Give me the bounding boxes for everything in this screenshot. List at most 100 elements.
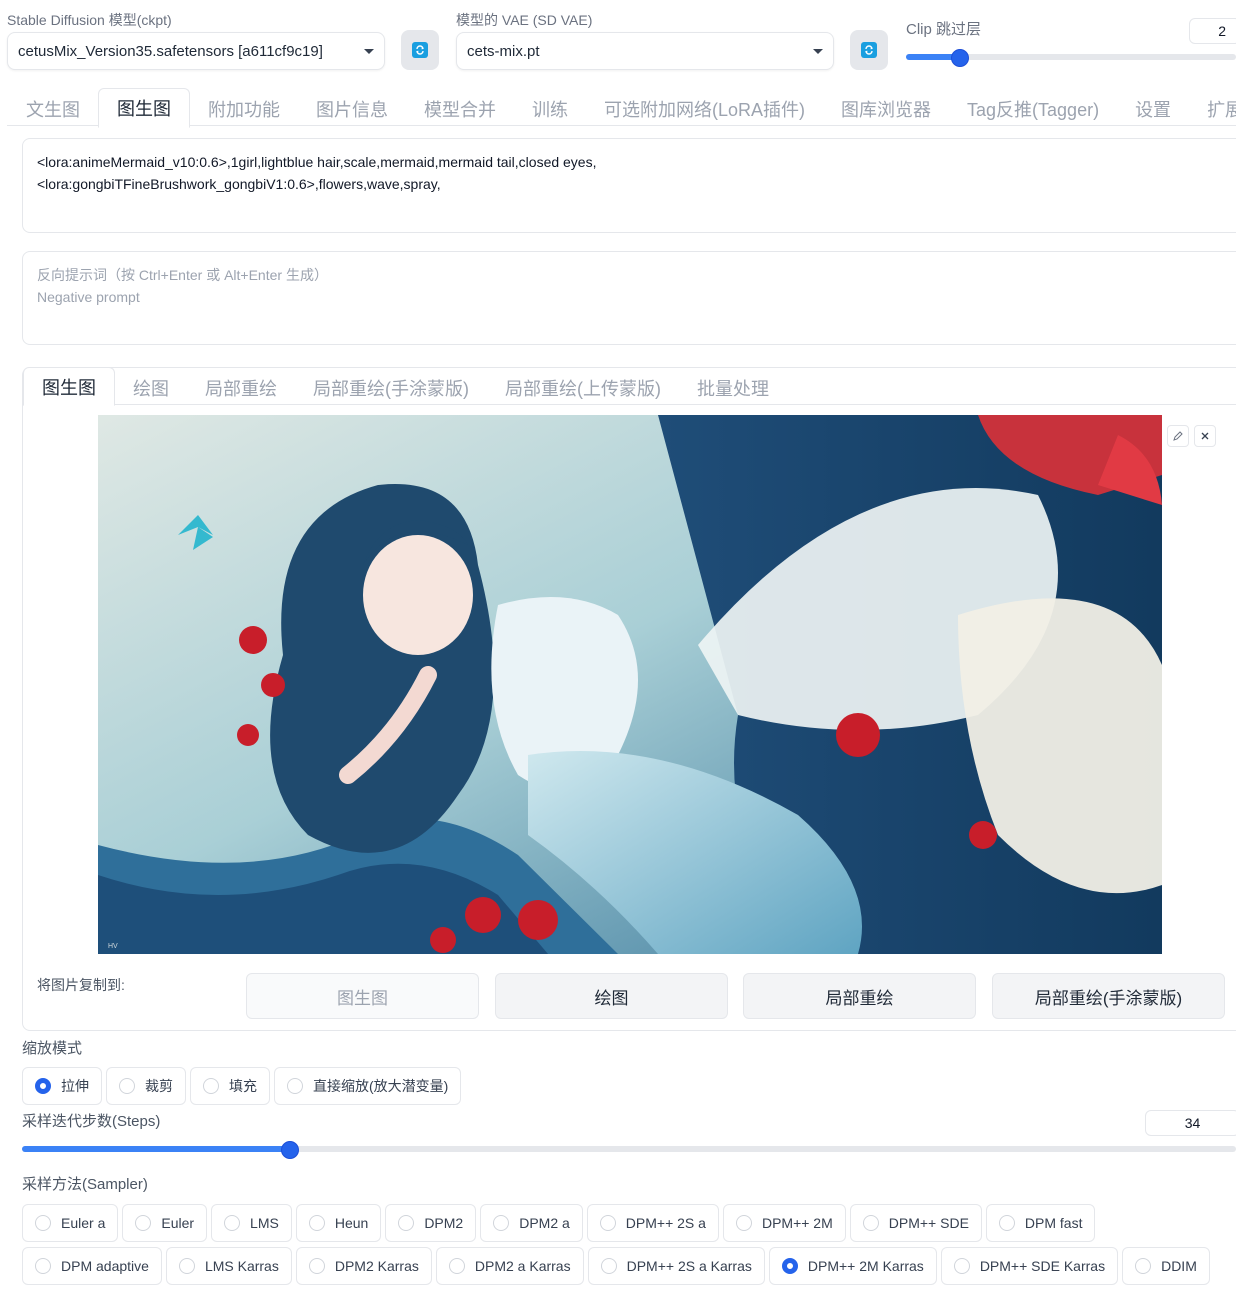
edit-image-button[interactable] — [1167, 425, 1189, 447]
ckpt-value: cetusMix_Version35.safetensors [a611cf9c… — [18, 42, 323, 60]
sampler-option-heun[interactable]: Heun — [295, 1204, 382, 1242]
main-tab-tag-tagger[interactable]: Tag反推(Tagger) — [949, 90, 1117, 128]
resize-mode-option-label: 裁剪 — [145, 1078, 173, 1094]
sampler-option-dpm2-a-karras[interactable]: DPM2 a Karras — [435, 1247, 584, 1285]
vae-dropdown[interactable]: cets-mix.pt — [456, 32, 834, 70]
sampler-option-label: DDIM — [1161, 1258, 1197, 1274]
radio-unchecked-icon — [735, 1215, 752, 1231]
main-tab-10[interactable]: 扩展 — [1189, 90, 1236, 128]
resize-mode-option-2[interactable]: 填充 — [190, 1067, 270, 1105]
negative-prompt-textarea[interactable]: 反向提示词（按 Ctrl+Enter 或 Alt+Enter 生成） Negat… — [22, 251, 1236, 345]
prompt-line-2: <lora:gongbiTFineBrushwork_gongbiV1:0.6>… — [37, 176, 441, 192]
sampler-option-label: DPM2 Karras — [334, 1258, 419, 1274]
sampler-option-label: LMS Karras — [204, 1258, 279, 1274]
sampler-option-ddim[interactable]: DDIM — [1122, 1247, 1210, 1285]
sampler-option-label: DPM++ 2M Karras — [807, 1258, 924, 1274]
refresh-vae-button[interactable] — [850, 30, 888, 70]
radio-unchecked-icon — [998, 1215, 1015, 1231]
sampler-option-dpm2-a[interactable]: DPM2 a — [480, 1204, 583, 1242]
main-tab-lora[interactable]: 可选附加网络(LoRA插件) — [586, 90, 823, 128]
ckpt-dropdown[interactable]: cetusMix_Version35.safetensors [a611cf9c… — [7, 32, 385, 70]
sub-tab-4[interactable]: 局部重绘(上传蒙版) — [487, 369, 679, 406]
sub-tabs: 图生图 绘图 局部重绘 局部重绘(手涂蒙版) 局部重绘(上传蒙版) 批量处理 — [23, 367, 787, 406]
sub-tab-2[interactable]: 局部重绘 — [187, 369, 295, 406]
input-image[interactable]: HV — [98, 415, 1162, 954]
negative-prompt-placeholder-en: Negative prompt — [37, 289, 140, 305]
sampler-option-label: Heun — [334, 1215, 369, 1231]
resize-mode-label: 缩放模式 — [22, 1040, 83, 1057]
resize-mode-option-1[interactable]: 裁剪 — [106, 1067, 186, 1105]
radio-unchecked-icon — [448, 1258, 465, 1274]
sampler-option-dpm-fast[interactable]: DPM fast — [985, 1204, 1096, 1242]
radio-unchecked-icon — [35, 1258, 51, 1274]
clip-slider-handle[interactable] — [951, 49, 969, 67]
sampler-option-label: DPM++ 2S a Karras — [626, 1258, 752, 1274]
clip-label: Clip 跳过层 — [906, 21, 982, 38]
sampler-option-label: DPM++ SDE — [888, 1215, 969, 1231]
clear-image-button[interactable] — [1194, 425, 1216, 447]
sampler-option-dpm-2m-karras[interactable]: DPM++ 2M Karras — [768, 1247, 937, 1285]
radio-unchecked-icon — [308, 1258, 325, 1274]
radio-unchecked-icon — [119, 1078, 135, 1094]
radio-checked-icon — [35, 1078, 51, 1094]
sub-tab-3[interactable]: 局部重绘(手涂蒙版) — [295, 369, 487, 406]
sampler-option-lms-karras[interactable]: LMS Karras — [165, 1247, 292, 1285]
copy-to-img2img-button[interactable]: 图生图 — [246, 973, 479, 1019]
main-tab-0[interactable]: 文生图 — [8, 90, 98, 128]
sampler-option-dpm-adaptive[interactable]: DPM adaptive — [22, 1247, 162, 1285]
resize-mode-option-3[interactable]: 直接缩放(放大潜变量) — [274, 1067, 462, 1105]
copy-to-sketch-button[interactable]: 绘图 — [495, 973, 728, 1019]
vae-label: 模型的 VAE (SD VAE) — [456, 12, 593, 28]
steps-slider-handle[interactable] — [281, 1141, 299, 1159]
chevron-down-icon — [364, 48, 374, 54]
sub-tab-0[interactable]: 图生图 — [23, 367, 115, 406]
chevron-down-icon — [813, 48, 823, 54]
sampler-option-dpm-sde-karras[interactable]: DPM++ SDE Karras — [940, 1247, 1119, 1285]
sub-tab-1[interactable]: 绘图 — [115, 369, 187, 406]
sampler-option-euler-a[interactable]: Euler a — [22, 1204, 119, 1242]
copy-to-inpaint-button[interactable]: 局部重绘 — [743, 973, 976, 1019]
resize-mode-group: 拉伸 裁剪 填充 直接缩放(放大潜变量) — [22, 1067, 462, 1105]
sub-tab-5[interactable]: 批量处理 — [679, 369, 787, 406]
main-tab-4[interactable]: 模型合并 — [406, 90, 514, 128]
resize-mode-option-label: 填充 — [229, 1078, 257, 1094]
steps-label: 采样迭代步数(Steps) — [22, 1113, 161, 1130]
radio-unchecked-icon — [398, 1215, 415, 1231]
main-tab-5[interactable]: 训练 — [514, 90, 586, 128]
refresh-icon — [412, 42, 428, 58]
sampler-option-label: DPM fast — [1024, 1215, 1083, 1231]
main-tabs: 文生图 图生图 附加功能 图片信息 模型合并 训练 可选附加网络(LoRA插件) 图库浏览器 T… — [8, 88, 1236, 128]
copy-to-inpaint-sketch-button[interactable]: 局部重绘(手涂蒙版) — [992, 973, 1225, 1019]
main-tab-1[interactable]: 图生图 — [98, 88, 190, 128]
radio-unchecked-icon — [493, 1215, 510, 1231]
sampler-option-dpm-2s-a[interactable]: DPM++ 2S a — [586, 1204, 719, 1242]
sampler-option-label: DPM2 — [424, 1215, 464, 1231]
clip-value-input[interactable]: 2 — [1189, 18, 1236, 44]
radio-unchecked-icon — [203, 1078, 219, 1094]
radio-unchecked-icon — [599, 1215, 616, 1231]
sampler-option-label: DPM adaptive — [61, 1258, 149, 1274]
copy-to-label: 将图片复制到: — [37, 977, 125, 993]
steps-value-input[interactable]: 34 — [1145, 1110, 1236, 1136]
main-tab-3[interactable]: 图片信息 — [298, 90, 406, 128]
sampler-option-euler[interactable]: Euler — [122, 1204, 208, 1242]
sampler-option-dpm2-karras[interactable]: DPM2 Karras — [295, 1247, 432, 1285]
resize-mode-option-0[interactable]: 拉伸 — [22, 1067, 102, 1105]
sampler-option-dpm2[interactable]: DPM2 — [385, 1204, 477, 1242]
sampler-option-dpm-2s-a-karras[interactable]: DPM++ 2S a Karras — [587, 1247, 765, 1285]
sampler-option-lms[interactable]: LMS — [211, 1204, 292, 1242]
image-watermark: HV — [108, 943, 118, 950]
main-tab-7[interactable]: 图库浏览器 — [823, 90, 949, 128]
refresh-ckpt-button[interactable] — [401, 30, 439, 70]
ckpt-label: Stable Diffusion 模型(ckpt) — [7, 12, 172, 28]
radio-checked-icon — [781, 1258, 798, 1274]
steps-slider-fill — [22, 1146, 289, 1152]
sampler-label: 采样方法(Sampler) — [22, 1176, 148, 1193]
main-tab-9[interactable]: 设置 — [1117, 90, 1189, 128]
sampler-option-dpm-sde[interactable]: DPM++ SDE — [849, 1204, 982, 1242]
sampler-option-label: DPM++ 2S a — [625, 1215, 706, 1231]
prompt-textarea[interactable]: <lora:animeMermaid_v10:0.6>,1girl,lightb… — [22, 138, 1236, 233]
radio-unchecked-icon — [287, 1078, 303, 1094]
main-tab-2[interactable]: 附加功能 — [190, 90, 298, 128]
sampler-option-dpm-2m[interactable]: DPM++ 2M — [722, 1204, 846, 1242]
